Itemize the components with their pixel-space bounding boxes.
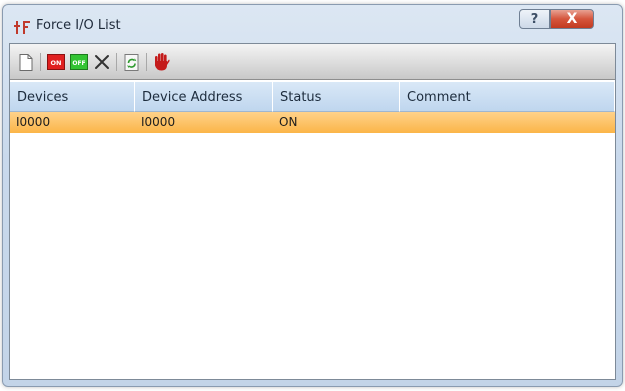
toolbar: ON OFF <box>10 44 615 80</box>
force-io-list-window: Force I/O List ? X ON OFF Devices Device… <box>2 4 623 387</box>
force-io-table: Devices Device Address Status Comment I0… <box>10 82 615 133</box>
column-header-comment[interactable]: Comment <box>400 82 615 112</box>
close-button-label: X <box>566 11 578 27</box>
force-off-icon: OFF <box>70 54 88 70</box>
cell-device-address: I0000 <box>141 115 176 129</box>
refresh-icon[interactable] <box>123 53 141 71</box>
column-header-devices[interactable]: Devices <box>10 82 135 112</box>
force-on-button[interactable]: ON <box>47 53 65 71</box>
stop-hand-icon[interactable] <box>152 53 170 71</box>
toolbar-separator <box>116 53 117 71</box>
toolbar-separator <box>40 53 41 71</box>
cell-status: ON <box>279 115 298 129</box>
window-title: Force I/O List <box>36 18 121 33</box>
force-on-icon: ON <box>47 54 65 70</box>
table-header-row: Devices Device Address Status Comment <box>10 82 615 112</box>
force-on-label: ON <box>51 59 62 67</box>
force-off-button[interactable]: OFF <box>70 53 88 71</box>
cell-device: I0000 <box>16 115 51 129</box>
title-bar[interactable]: Force I/O List ? X <box>3 5 622 43</box>
close-button[interactable]: X <box>550 9 594 29</box>
cell-comment[interactable] <box>400 112 615 133</box>
app-logo-icon <box>14 19 32 35</box>
new-document-icon[interactable] <box>17 53 35 71</box>
column-header-device-address[interactable]: Device Address <box>135 82 273 112</box>
column-header-status[interactable]: Status <box>273 82 400 112</box>
help-button-label: ? <box>530 11 539 27</box>
client-area: ON OFF Devices Device Address Status Com… <box>9 43 616 380</box>
help-button[interactable]: ? <box>519 9 550 29</box>
toolbar-separator <box>146 53 147 71</box>
force-off-label: OFF <box>72 60 85 67</box>
table-row[interactable]: I0000 I0000 ON <box>10 112 615 133</box>
delete-icon[interactable] <box>93 53 111 71</box>
